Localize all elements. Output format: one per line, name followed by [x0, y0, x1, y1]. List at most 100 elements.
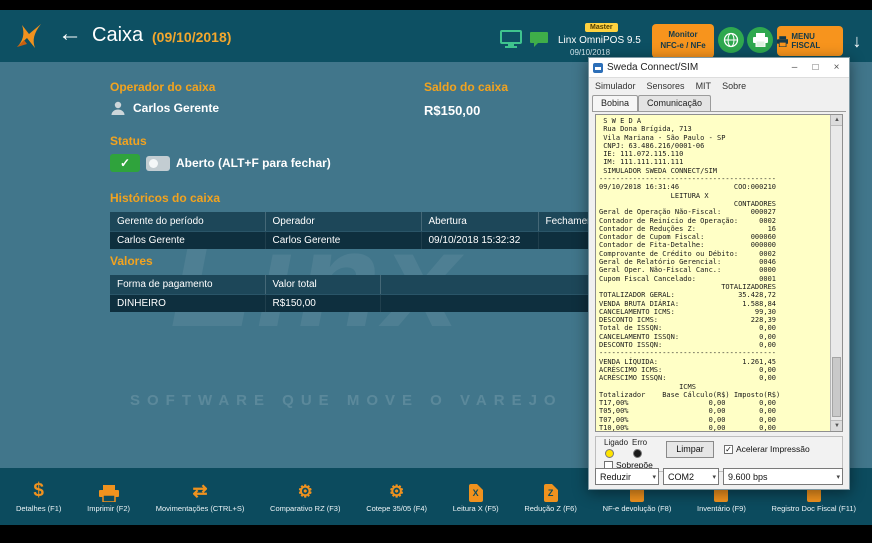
toolbar-label: Registro Doc Fiscal (F11) — [771, 504, 856, 513]
printer-icon — [777, 35, 789, 47]
screen: ← Caixa (09/10/2018) Master Linx OmniPOS… — [0, 0, 872, 543]
historicos-header-row: Gerente do período Operador Abertura Fec… — [110, 212, 631, 232]
status-row: ✓ Aberto (ALT+F para fechar) — [110, 154, 331, 172]
reduce-combo[interactable]: Reduzir ▾ — [595, 468, 659, 485]
valores-row[interactable]: DINHEIRO R$150,00 — [110, 294, 631, 312]
monitor-icon[interactable] — [500, 30, 522, 48]
printer-controls-panel: Ligado Erro Limpar ✓ Acelerar Impressão … — [595, 436, 843, 472]
baud-rate-value: 9.600 bps — [728, 471, 768, 482]
operador-label: Operador do caixa — [110, 80, 216, 94]
com-port-value: COM2 — [668, 471, 695, 482]
toolbar-detalhes[interactable]: $ Detalhes (F1) — [16, 480, 61, 513]
dollar-icon: $ — [33, 480, 44, 501]
status-check-button[interactable]: ✓ — [110, 154, 140, 172]
master-badge: Master — [585, 23, 618, 32]
receipt-scrollbar[interactable]: ▲ ▼ — [830, 115, 842, 431]
toolbar-reducao-z[interactable]: Z Redução Z (F6) — [524, 480, 577, 513]
toolbar-imprimir[interactable]: Imprimir (F2) — [87, 480, 130, 513]
chevron-down-icon: ▾ — [712, 473, 716, 481]
accelerate-label: Acelerar Impressão — [736, 444, 810, 454]
app-name: Linx OmniPOS 9.5 — [558, 35, 641, 46]
clear-button[interactable]: Limpar — [666, 441, 714, 458]
green-printer-button[interactable] — [747, 27, 773, 53]
com-port-combo[interactable]: COM2 ▾ — [663, 468, 719, 485]
menu-simulador[interactable]: Simulador — [595, 81, 636, 91]
historicos-table: Gerente do período Operador Abertura Fec… — [110, 212, 631, 249]
status-value: Aberto (ALT+F para fechar) — [176, 156, 331, 170]
sweda-title-bar[interactable]: Sweda Connect/SIM – □ × — [589, 58, 849, 78]
toolbar-label: Leitura X (F5) — [452, 504, 499, 513]
col-valor-total: Valor total — [265, 275, 381, 295]
toolbar-movimentacoes[interactable]: ⇄ Movimentações (CTRL+S) — [156, 480, 245, 513]
gear-icon: ⚙ — [297, 482, 313, 501]
col-gerente: Gerente do período — [110, 212, 266, 232]
toolbar-leitura-x[interactable]: X Leitura X (F5) — [453, 480, 499, 513]
menu-sensores[interactable]: Sensores — [647, 81, 685, 91]
toolbar-label: Comparativo RZ (F3) — [270, 504, 341, 513]
sweda-menu-bar: Simulador Sensores MIT Sobre — [589, 78, 849, 93]
monitor-nfce-line1: Monitor — [668, 30, 698, 39]
sweda-title: Sweda Connect/SIM — [607, 62, 699, 73]
chat-icon[interactable] — [529, 31, 549, 48]
power-led — [605, 449, 614, 458]
saldo-label: Saldo do caixa — [424, 80, 509, 94]
toolbar-label: Redução Z (F6) — [524, 504, 577, 513]
operador-value-row: Carlos Gerente — [110, 100, 219, 116]
maximize-icon[interactable]: □ — [807, 62, 824, 73]
tab-bobina[interactable]: Bobina — [592, 95, 639, 112]
led-on-label: Ligado — [604, 438, 629, 447]
tab-panel-border — [592, 111, 846, 112]
reduce-combo-value: Reduzir — [600, 471, 632, 482]
page-date: (09/10/2018) — [152, 29, 232, 45]
toolbar-label: NF-e devolução (F8) — [602, 504, 672, 513]
tab-comunicacao[interactable]: Comunicação — [638, 95, 712, 111]
col-forma-pagamento: Forma de pagamento — [110, 275, 266, 295]
cell-abertura: 09/10/2018 15:32:32 — [421, 231, 539, 249]
toolbar-label: Imprimir (F2) — [87, 504, 131, 513]
menu-fiscal-button[interactable]: MENU FISCAL — [777, 26, 843, 56]
led-error-label: Erro — [632, 438, 648, 447]
checkbox-checked-icon: ✓ — [724, 444, 733, 454]
scroll-up-icon[interactable]: ▲ — [831, 115, 842, 126]
letterbox-bottom — [0, 525, 872, 543]
minimize-icon[interactable]: – — [786, 62, 803, 73]
cell-valor-total: R$150,00 — [265, 294, 381, 312]
col-abertura: Abertura — [421, 212, 539, 232]
toolbar-cotepe[interactable]: ⚙ Cotepe 35/05 (F4) — [366, 480, 427, 513]
app-date: 09/10/2018 — [570, 48, 611, 57]
toolbar-label: Cotepe 35/05 (F4) — [366, 504, 428, 513]
receipt-text: S W E D A Rua Dona Brígida, 713 Vila Mar… — [599, 117, 781, 431]
cell-gerente: Carlos Gerente — [110, 231, 266, 249]
col-operador: Operador — [265, 212, 422, 232]
baud-rate-combo[interactable]: 9.600 bps ▾ — [723, 468, 843, 485]
status-toggle[interactable] — [146, 155, 170, 171]
top-bar: ← Caixa (09/10/2018) Master Linx OmniPOS… — [0, 10, 872, 62]
collapse-down-button[interactable]: ↓ — [847, 26, 867, 56]
gear-icon: ⚙ — [389, 482, 405, 501]
menu-fiscal-label: MENU FISCAL — [791, 32, 821, 50]
close-icon[interactable]: × — [828, 62, 845, 73]
monitor-nfce-button[interactable]: Monitor NFC-e / NFe — [652, 24, 714, 58]
accelerate-checkbox[interactable]: ✓ Acelerar Impressão — [724, 444, 810, 454]
transfer-arrows-icon: ⇄ — [192, 481, 208, 501]
menu-sobre[interactable]: Sobre — [722, 81, 746, 91]
valores-table: Forma de pagamento Valor total DINHEIRO … — [110, 275, 631, 312]
cell-forma-pagamento: DINHEIRO — [110, 294, 266, 312]
printer-icon — [98, 480, 119, 502]
monitor-nfce-line2: NFC-e / NFe — [660, 41, 706, 50]
scroll-down-icon[interactable]: ▼ — [831, 420, 842, 431]
valores-header-row: Forma de pagamento Valor total — [110, 275, 631, 295]
sweda-window: Sweda Connect/SIM – □ × Simulador Sensor… — [588, 57, 850, 490]
menu-mit[interactable]: MIT — [696, 81, 712, 91]
watermark-tagline: SOFTWARE QUE MOVE O VAREJO — [130, 392, 563, 409]
sweda-bottom-bar: Reduzir ▾ COM2 ▾ 9.600 bps ▾ — [595, 468, 843, 485]
receipt-area: S W E D A Rua Dona Brígida, 713 Vila Mar… — [595, 114, 843, 432]
globe-button[interactable] — [718, 27, 744, 53]
back-button[interactable]: ← — [58, 20, 82, 48]
letterbox-top — [0, 0, 872, 10]
toolbar-comparativo-rz[interactable]: ⚙ Comparativo RZ (F3) — [270, 480, 340, 513]
scrollbar-thumb[interactable] — [832, 357, 841, 417]
document-z-icon: Z — [543, 480, 559, 502]
historicos-row[interactable]: Carlos Gerente Carlos Gerente 09/10/2018… — [110, 231, 631, 249]
linx-logo-icon — [10, 17, 48, 55]
